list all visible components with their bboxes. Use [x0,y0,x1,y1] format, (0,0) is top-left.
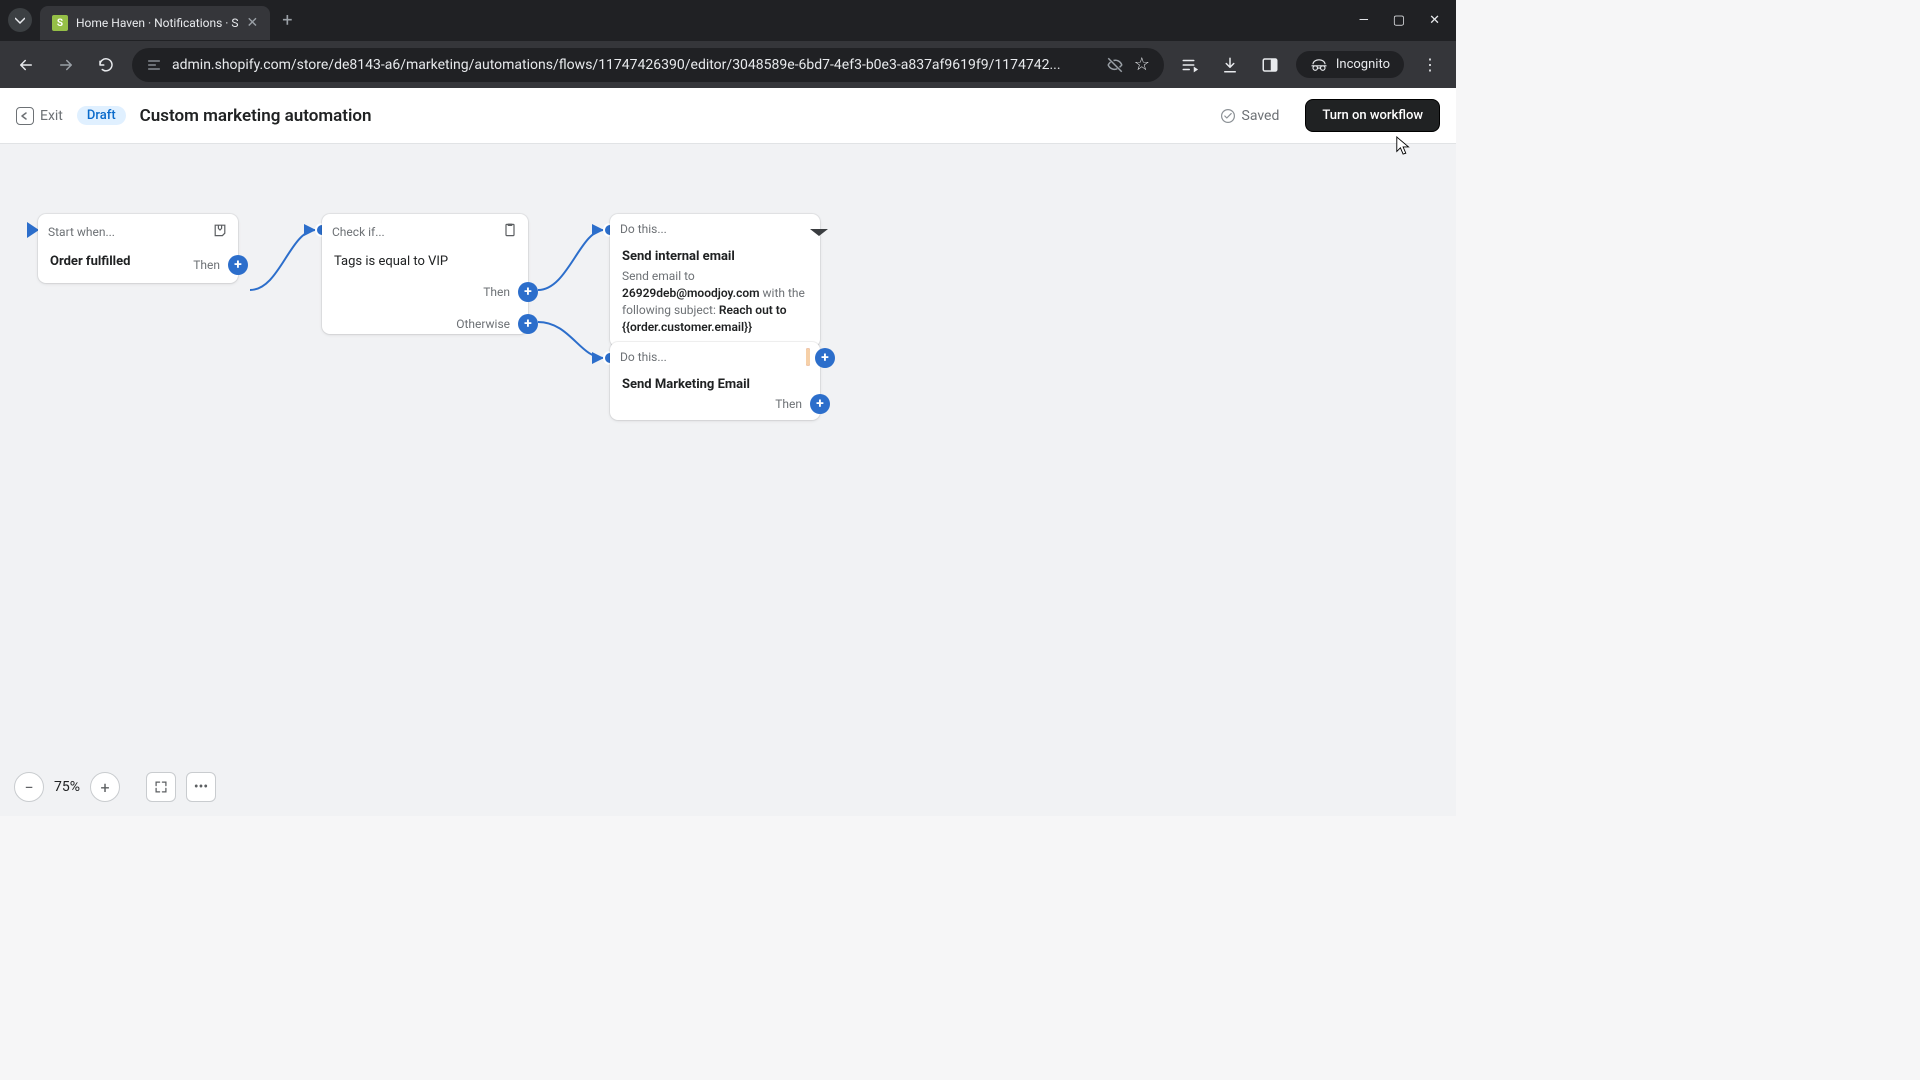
exit-icon [16,107,34,125]
downloads-icon[interactable] [1216,51,1244,79]
outlet-otherwise-label: Otherwise [456,317,510,331]
node-start-header: Start when... [48,225,115,239]
minimize-icon[interactable]: — [1359,13,1369,28]
node-check-header: Check if... [332,225,385,239]
add-step-button[interactable]: + [518,282,538,302]
outlet-then-label: Then [193,258,220,272]
zoom-out-button[interactable]: − [14,772,44,802]
new-tab-button[interactable]: + [282,10,292,31]
node-action-marketing[interactable]: Do this... Send Marketing Email Then + [610,342,820,420]
close-window-icon[interactable]: ✕ [1429,13,1440,28]
clipboard-icon [502,222,518,241]
add-step-button[interactable]: + [810,394,830,414]
url-text: admin.shopify.com/store/de8143-a6/market… [172,57,1096,73]
node-check[interactable]: Check if... Tags is equal to VIP Then + … [322,214,528,334]
browser-menu-icon[interactable]: ⋮ [1416,51,1444,79]
side-panel-icon[interactable] [1256,51,1284,79]
outlet-then-label: Then [775,397,802,411]
node-do1-header: Do this... [620,222,667,236]
forward-button[interactable] [52,51,80,79]
node-do2-title: Send Marketing Email [622,377,750,392]
saved-indicator: Saved [1220,108,1280,124]
tab-bar: S Home Haven · Notifications · S ✕ + — ▢… [0,0,1456,40]
exit-label: Exit [40,108,63,124]
node-start-body: Order fulfilled [50,254,130,269]
more-options-button[interactable]: ••• [186,772,216,802]
marketing-email-icon [806,350,810,364]
outlet-then-label: Then [483,285,510,299]
eye-off-icon[interactable] [1106,56,1124,74]
incognito-badge[interactable]: Incognito [1296,51,1404,78]
shopify-favicon-icon: S [52,15,68,31]
reload-button[interactable] [92,51,120,79]
bookmark-star-icon[interactable]: ☆ [1134,54,1150,75]
add-step-button[interactable]: + [815,348,835,368]
inbox-icon [212,222,228,241]
zoom-in-button[interactable]: + [90,772,120,802]
maximize-icon[interactable]: ▢ [1393,13,1405,28]
tab-search-button[interactable] [8,8,32,32]
draft-badge: Draft [77,106,126,125]
zoom-value: 75% [54,779,80,795]
workflow-canvas[interactable]: Start when... Order fulfilled Then + Che… [0,144,1456,816]
site-settings-icon[interactable] [146,57,162,73]
node-action-email[interactable]: Do this... Send internal email Send emai… [610,214,820,347]
exit-button[interactable]: Exit [16,107,63,125]
node-do2-header: Do this... [620,350,667,364]
address-bar: admin.shopify.com/store/de8143-a6/market… [0,40,1456,88]
fit-view-button[interactable] [146,772,176,802]
saved-label: Saved [1242,108,1280,124]
checkmark-circle-icon [1220,108,1236,124]
zoom-controls: − 75% + ••• [14,772,216,802]
tab-close-icon[interactable]: ✕ [247,15,259,31]
add-step-button[interactable]: + [518,314,538,334]
playlist-icon[interactable] [1176,51,1204,79]
app-header: Exit Draft Custom marketing automation S… [0,88,1456,144]
tab-title: Home Haven · Notifications · S [76,16,239,30]
window-controls: — ▢ ✕ [1359,13,1456,28]
page-title: Custom marketing automation [140,106,372,126]
browser-chrome: S Home Haven · Notifications · S ✕ + — ▢… [0,0,1456,88]
url-bar[interactable]: admin.shopify.com/store/de8143-a6/market… [132,48,1164,82]
add-step-button[interactable]: + [228,255,248,275]
node-do1-body: Send internal email Send email to 26929d… [610,244,820,347]
node-start[interactable]: Start when... Order fulfilled Then + [38,214,238,283]
browser-tab[interactable]: S Home Haven · Notifications · S ✕ [40,6,270,40]
incognito-label: Incognito [1336,57,1390,72]
back-button[interactable] [12,51,40,79]
turn-on-workflow-button[interactable]: Turn on workflow [1305,99,1440,132]
node-check-body: Tags is equal to VIP [334,254,448,269]
